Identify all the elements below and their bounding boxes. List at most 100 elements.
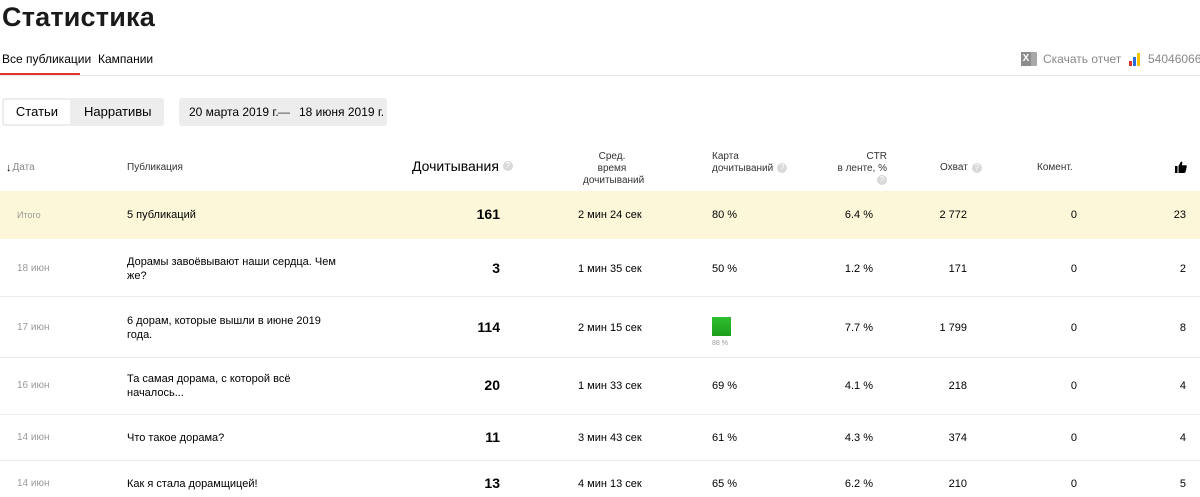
row-reads: 13 <box>484 475 500 491</box>
row-ctr: 4.3 % <box>844 432 873 444</box>
total-avg-time: 2 мин 24 сек <box>578 209 642 221</box>
row-avg-time: 2 мин 15 сек <box>578 322 642 334</box>
row-publication-title[interactable]: 6 дорам, которые вышли в июне 2019 года. <box>127 314 337 342</box>
help-icon[interactable]: ? <box>502 161 513 171</box>
row-comments: 0 <box>1070 478 1077 490</box>
row-comments: 0 <box>1070 322 1077 334</box>
row-date: 14 июн <box>17 432 50 443</box>
row-likes: 4 <box>1179 432 1186 444</box>
row-read-map: 61 % <box>712 432 738 444</box>
download-report-label: Скачать отчет <box>1043 52 1122 66</box>
excel-icon <box>1021 52 1037 66</box>
row-reach: 1 799 <box>939 322 967 334</box>
sort-down-icon: ↓ <box>6 162 12 174</box>
row-avg-time: 4 мин 13 сек <box>578 478 642 490</box>
total-read-map: 80 % <box>712 209 738 221</box>
row-avg-time: 1 мин 35 сек <box>578 263 642 275</box>
metrika-counter-id: 54046066 <box>1148 52 1200 66</box>
row-ctr: 1.2 % <box>844 263 873 275</box>
table-row[interactable]: 14 июн Как я стала дорамщицей! 13 4 мин … <box>0 461 1200 497</box>
row-read-map: 65 % <box>712 478 738 490</box>
table-row[interactable]: 18 июн Дорамы завоёвывают наши сердца. Ч… <box>0 239 1200 297</box>
table-row[interactable]: 14 июн Что такое дорама? 11 3 мин 43 сек… <box>0 415 1200 461</box>
row-publication-title[interactable]: Та самая дорама, с которой всё началось.… <box>127 372 337 400</box>
column-header-reach-label: Охват <box>940 162 968 173</box>
column-header-date-label: Дата <box>12 162 35 173</box>
read-map-label: 88 % <box>712 340 728 347</box>
column-header-ctr-line2: в ленте, % <box>837 163 888 174</box>
toggle-articles[interactable]: Статьи <box>4 100 70 124</box>
column-header-avg-time-line1: Сред. время <box>597 151 627 174</box>
total-reach: 2 772 <box>939 209 967 221</box>
column-header-avg-time[interactable]: Сред. время дочитываний <box>583 151 645 187</box>
row-date: 14 июн <box>17 478 50 489</box>
row-reach: 171 <box>948 263 967 275</box>
row-likes: 2 <box>1179 263 1186 275</box>
date-range-picker[interactable]: 20 марта 2019 г. — 18 июня 2019 г. <box>179 98 387 126</box>
total-ctr: 6.4 % <box>844 209 873 221</box>
row-ctr: 4.1 % <box>844 380 873 392</box>
table-row[interactable]: 16 июн Та самая дорама, с которой всё на… <box>0 358 1200 415</box>
row-publication-title[interactable]: Дорамы завоёвывают наши сердца. Чем же? <box>127 255 337 283</box>
column-header-map-line2: дочитываний <box>712 163 774 174</box>
total-label: Итого <box>17 210 41 220</box>
column-header-read-map[interactable]: Карта дочитываний? <box>712 151 788 175</box>
row-date: 17 июн <box>17 322 50 333</box>
total-comments: 0 <box>1070 209 1077 221</box>
column-header-reads-label: Дочитывания <box>412 158 499 174</box>
row-avg-time: 3 мин 43 сек <box>578 432 642 444</box>
column-header-publication: Публикация <box>127 162 183 173</box>
row-read-map: 50 % <box>712 263 738 275</box>
total-publications: 5 публикаций <box>127 209 196 221</box>
row-likes: 5 <box>1179 478 1186 490</box>
row-reach: 218 <box>948 380 967 392</box>
column-header-reads[interactable]: Дочитывания? <box>412 158 513 174</box>
column-header-date[interactable]: ↓ Дата <box>6 162 35 174</box>
metrika-counter-link[interactable]: 54046066 <box>1129 52 1200 66</box>
row-reach: 210 <box>948 478 967 490</box>
row-read-map: 69 % <box>712 380 738 392</box>
tabs-bar: Все публикации Кампании <box>0 50 1200 76</box>
row-ctr: 6.2 % <box>844 478 873 490</box>
page-title: Статистика <box>2 2 155 32</box>
row-publication-title[interactable]: Что такое дорама? <box>127 431 337 445</box>
row-comments: 0 <box>1070 263 1077 275</box>
table-row[interactable]: 17 июн 6 дорам, которые вышли в июне 201… <box>0 297 1200 358</box>
row-likes: 4 <box>1179 380 1186 392</box>
row-reads: 11 <box>485 429 500 445</box>
column-header-comments[interactable]: Комент. <box>1037 162 1073 174</box>
date-from: 20 марта 2019 г. <box>189 105 279 119</box>
column-header-map-line1: Карта <box>712 151 739 162</box>
row-reads: 20 <box>484 377 500 393</box>
row-publication-title[interactable]: Как я стала дорамщицей! <box>127 477 337 491</box>
row-avg-time: 1 мин 33 сек <box>578 380 642 392</box>
metrika-icon <box>1129 52 1142 66</box>
total-reads: 161 <box>476 206 500 222</box>
row-read-map[interactable]: 88 % <box>712 317 731 351</box>
date-to: 18 июня 2019 г. <box>299 105 385 119</box>
column-header-ctr-line1: CTR <box>866 151 887 162</box>
tab-campaigns[interactable]: Кампании <box>98 52 153 66</box>
row-comments: 0 <box>1070 380 1077 392</box>
tab-all-publications[interactable]: Все публикации <box>0 52 91 75</box>
download-report-button[interactable]: Скачать отчет <box>1021 52 1121 66</box>
column-header-ctr[interactable]: CTR в ленте, %? <box>831 151 887 187</box>
column-header-avg-time-line2: дочитываний <box>583 175 645 186</box>
row-ctr: 7.7 % <box>844 322 873 334</box>
thumbs-up-icon[interactable] <box>1175 161 1187 173</box>
toggle-narratives[interactable]: Нарративы <box>84 100 152 124</box>
row-reads: 3 <box>492 260 500 276</box>
help-icon[interactable]: ? <box>777 163 788 174</box>
content-type-toggle: Статьи Нарративы <box>2 98 164 126</box>
help-icon[interactable]: ? <box>877 175 887 186</box>
row-date: 16 июн <box>17 380 50 391</box>
read-map-thumbnail[interactable] <box>712 317 731 336</box>
row-comments: 0 <box>1070 432 1077 444</box>
row-reach: 374 <box>948 432 967 444</box>
column-header-reach[interactable]: Охват? <box>940 162 982 174</box>
help-icon[interactable]: ? <box>971 163 982 173</box>
date-separator: — <box>278 105 290 119</box>
total-likes: 23 <box>1173 209 1186 221</box>
row-date: 18 июн <box>17 263 50 274</box>
row-likes: 8 <box>1179 322 1186 334</box>
